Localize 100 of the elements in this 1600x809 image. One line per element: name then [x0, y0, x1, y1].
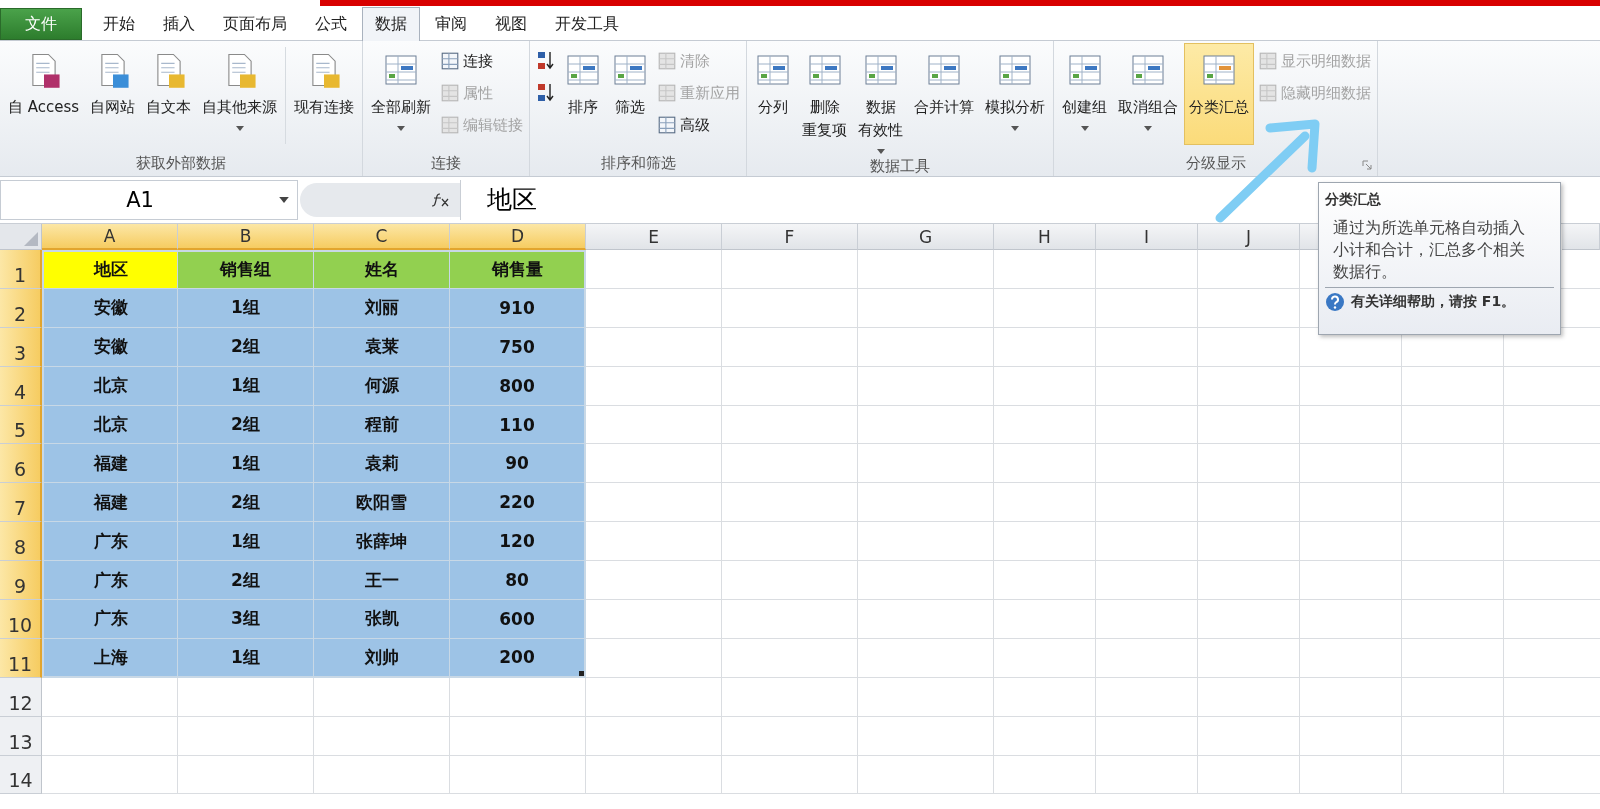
row-header[interactable]: 13: [0, 716, 42, 756]
ribbon-tab[interactable]: 插入: [150, 8, 208, 40]
table-cell: 220: [450, 483, 586, 523]
ribbon-button[interactable]: 筛选: [607, 43, 654, 145]
function-icon[interactable]: [432, 193, 450, 207]
table-cell: 1组: [178, 638, 314, 678]
small-table-icon: [657, 114, 678, 136]
column-header[interactable]: G: [858, 224, 994, 250]
column-header[interactable]: I: [1096, 224, 1198, 250]
ribbon-button[interactable]: 自网站: [85, 43, 141, 145]
ribbon-button[interactable]: 创建组: [1057, 43, 1113, 145]
column-header[interactable]: C: [314, 224, 450, 250]
ribbon-button[interactable]: 排序: [560, 43, 607, 145]
table-cell: 2组: [178, 561, 314, 600]
table-cell: 上海: [42, 638, 178, 678]
ribbon-button[interactable]: 自文本: [141, 43, 197, 145]
table-cell: 安徽: [42, 288, 178, 328]
caret-icon: [397, 126, 406, 131]
row-header[interactable]: 4: [0, 366, 42, 406]
ribbon-small-button[interactable]: 连接: [437, 47, 527, 75]
row-header[interactable]: 14: [0, 755, 42, 795]
column-header[interactable]: D: [450, 224, 586, 250]
table-cell: 1组: [178, 288, 314, 328]
table-cell: 销售组: [178, 250, 314, 289]
help-icon: [1325, 292, 1345, 312]
table-cell: 袁莉: [314, 444, 450, 484]
small-table-icon: [1258, 50, 1279, 72]
ribbon-tab[interactable]: 审阅: [422, 8, 480, 40]
ribbon-tab[interactable]: 页面布局: [210, 8, 300, 40]
table-cell: 910: [450, 288, 586, 328]
fill-handle[interactable]: [579, 670, 584, 676]
small-table-icon: [440, 114, 461, 136]
caret-icon: [876, 149, 885, 154]
row-header[interactable]: 1: [0, 250, 42, 289]
small-table-icon: [657, 50, 678, 72]
tooltip-text: 通过为所选单元格自动插入小计和合计，汇总多个相关数据行。: [1333, 217, 1526, 283]
table-cell: 2组: [178, 405, 314, 445]
table-cell: 张凯: [314, 600, 450, 639]
row-header[interactable]: 9: [0, 561, 42, 600]
table-cell: 何源: [314, 366, 450, 406]
table-cell: 北京: [42, 366, 178, 406]
row-header[interactable]: 10: [0, 600, 42, 639]
table-cell: 200: [450, 638, 586, 678]
small-table-icon: [440, 82, 461, 104]
ribbon-tab[interactable]: 视图: [482, 8, 540, 40]
row-header[interactable]: 11: [0, 638, 42, 678]
table-cell: 800: [450, 366, 586, 406]
ribbon-tab[interactable]: 数据: [362, 7, 420, 41]
table-cell: 北京: [42, 405, 178, 445]
ribbon-button[interactable]: 分列: [750, 43, 797, 145]
triangle-icon: [24, 232, 38, 246]
table-cell: 2组: [178, 327, 314, 367]
table-cell: 程前: [314, 405, 450, 445]
table-cell: 地区: [42, 250, 178, 289]
ribbon-button[interactable]: 合并计算: [909, 43, 980, 145]
launcher-icon[interactable]: [1362, 160, 1373, 170]
table-cell: 广东: [42, 600, 178, 639]
table-cell: 广东: [42, 522, 178, 562]
group-label: 连接: [431, 153, 462, 173]
group-label: 排序和筛选: [600, 153, 676, 173]
ribbon-button[interactable]: 模拟分析: [980, 43, 1051, 145]
name-box[interactable]: A1: [0, 180, 298, 220]
column-header[interactable]: F: [722, 224, 858, 250]
row-header[interactable]: 6: [0, 444, 42, 484]
row-header[interactable]: 12: [0, 677, 42, 717]
caret-icon: [1011, 126, 1020, 131]
help-text: 有关详细帮助，请按 F1。: [1351, 293, 1516, 311]
ribbon-tab[interactable]: 公式: [302, 8, 360, 40]
table-cell: 750: [450, 327, 586, 367]
caret-icon: [1144, 126, 1153, 131]
column-header[interactable]: E: [586, 224, 722, 250]
ribbon-button[interactable]: 分类汇总: [1184, 43, 1255, 145]
ribbon-tab[interactable]: 开始: [90, 8, 148, 40]
column-header[interactable]: B: [178, 224, 314, 250]
ribbon-button[interactable]: 删除 重复项: [797, 43, 853, 145]
small-table-icon: [657, 82, 678, 104]
row-header[interactable]: 8: [0, 522, 42, 562]
column-header[interactable]: J: [1198, 224, 1300, 250]
ribbon-button[interactable]: 取消组合: [1113, 43, 1184, 145]
ribbon-button[interactable]: 自其他来源: [197, 43, 283, 145]
ribbon-button[interactable]: 自 Access: [3, 43, 85, 145]
table-cell: 销售量: [450, 250, 586, 289]
ribbon-tab[interactable]: 开发工具: [542, 8, 632, 40]
table-cell: 1组: [178, 366, 314, 406]
table-cell: 80: [450, 561, 586, 600]
row-header[interactable]: 5: [0, 405, 42, 445]
column-header[interactable]: A: [42, 224, 178, 250]
row-header[interactable]: 3: [0, 327, 42, 367]
table-cell: 广东: [42, 561, 178, 600]
ribbon-small-button[interactable]: 高级: [654, 111, 744, 139]
table-cell: 90: [450, 444, 586, 484]
row-header[interactable]: 2: [0, 288, 42, 328]
file-tab[interactable]: 文件: [0, 8, 82, 40]
row-header[interactable]: 7: [0, 483, 42, 523]
table-cell: 600: [450, 600, 586, 639]
ribbon-button[interactable]: 数据 有效性: [853, 43, 909, 157]
ribbon-button[interactable]: 现有连接: [289, 43, 360, 145]
column-header[interactable]: H: [994, 224, 1096, 250]
ribbon-button[interactable]: 全部刷新: [366, 43, 437, 145]
table-cell: 安徽: [42, 327, 178, 367]
